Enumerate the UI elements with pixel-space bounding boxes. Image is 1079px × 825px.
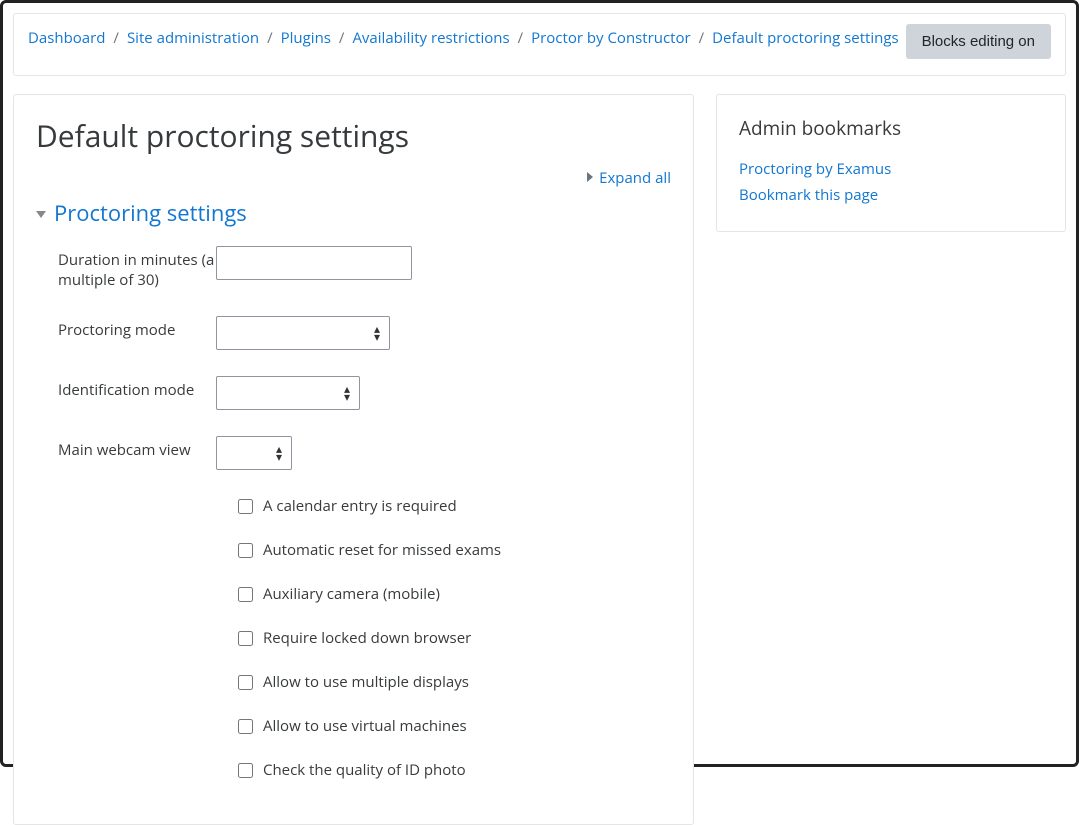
breadcrumb-availability-restrictions[interactable]: Availability restrictions (352, 28, 509, 48)
breadcrumb-proctor-by-constructor[interactable]: Proctor by Constructor (531, 28, 691, 48)
checkbox-row-auto-reset: Automatic reset for missed exams (238, 540, 671, 560)
expand-all-link[interactable]: Expand all (587, 168, 671, 188)
locked-browser-label: Require locked down browser (263, 628, 471, 648)
calendar-entry-checkbox[interactable] (238, 499, 253, 514)
breadcrumb: Dashboard / Site administration / Plugin… (28, 24, 899, 48)
page-title: Default proctoring settings (36, 115, 671, 156)
section-heading-proctoring-settings[interactable]: Proctoring settings (36, 198, 671, 228)
main-webcam-select[interactable] (216, 436, 292, 470)
section-heading-label: Proctoring settings (54, 198, 247, 228)
locked-browser-checkbox[interactable] (238, 631, 253, 646)
field-row-main-webcam: Main webcam view ▴▾ (36, 436, 671, 470)
field-row-identification-mode: Identification mode ▴▾ (36, 376, 671, 410)
calendar-entry-label: A calendar entry is required (263, 496, 457, 516)
checkbox-row-id-photo-quality: Check the quality of ID photo (238, 760, 671, 780)
checkbox-row-calendar-entry: A calendar entry is required (238, 496, 671, 516)
breadcrumb-dashboard[interactable]: Dashboard (28, 28, 105, 48)
auto-reset-label: Automatic reset for missed exams (263, 540, 501, 560)
field-row-duration: Duration in minutes (a multiple of 30) (36, 246, 671, 290)
blocks-editing-button[interactable]: Blocks editing on (906, 24, 1051, 59)
breadcrumb-separator: / (514, 28, 528, 48)
virtual-machines-checkbox[interactable] (238, 719, 253, 734)
main-panel: Default proctoring settings Expand all P… (13, 94, 694, 825)
proctoring-mode-select[interactable] (216, 316, 390, 350)
bookmark-link-proctoring-by-examus[interactable]: Proctoring by Examus (739, 159, 1043, 179)
breadcrumb-default-proctoring-settings[interactable]: Default proctoring settings (712, 28, 899, 48)
breadcrumb-site-administration[interactable]: Site administration (127, 28, 259, 48)
checkbox-row-multiple-displays: Allow to use multiple displays (238, 672, 671, 692)
identification-mode-label: Identification mode (36, 376, 216, 400)
breadcrumb-separator: / (109, 28, 123, 48)
multiple-displays-label: Allow to use multiple displays (263, 672, 469, 692)
breadcrumb-separator: / (263, 28, 277, 48)
identification-mode-select[interactable] (216, 376, 360, 410)
checkbox-row-aux-camera: Auxiliary camera (mobile) (238, 584, 671, 604)
admin-bookmarks-title: Admin bookmarks (739, 115, 1043, 141)
topbar: Dashboard / Site administration / Plugin… (13, 13, 1066, 76)
multiple-displays-checkbox[interactable] (238, 675, 253, 690)
expand-all-label: Expand all (599, 168, 671, 188)
admin-bookmarks-block: Admin bookmarks Proctoring by Examus Boo… (716, 94, 1066, 232)
id-photo-quality-label: Check the quality of ID photo (263, 760, 466, 780)
proctoring-mode-label: Proctoring mode (36, 316, 216, 340)
chevron-down-icon (36, 211, 46, 218)
id-photo-quality-checkbox[interactable] (238, 763, 253, 778)
bookmark-link-bookmark-this-page[interactable]: Bookmark this page (739, 185, 1043, 205)
expand-all-row: Expand all (36, 168, 671, 188)
content-columns: Default proctoring settings Expand all P… (13, 94, 1066, 825)
main-webcam-label: Main webcam view (36, 436, 216, 460)
breadcrumb-plugins[interactable]: Plugins (281, 28, 331, 48)
field-row-proctoring-mode: Proctoring mode ▴▾ (36, 316, 671, 350)
chevron-right-icon (587, 172, 593, 182)
aux-camera-checkbox[interactable] (238, 587, 253, 602)
virtual-machines-label: Allow to use virtual machines (263, 716, 467, 736)
duration-label: Duration in minutes (a multiple of 30) (36, 246, 216, 290)
checkbox-row-virtual-machines: Allow to use virtual machines (238, 716, 671, 736)
breadcrumb-separator: / (695, 28, 709, 48)
breadcrumb-separator: / (335, 28, 349, 48)
checkbox-row-locked-browser: Require locked down browser (238, 628, 671, 648)
aux-camera-label: Auxiliary camera (mobile) (263, 584, 440, 604)
auto-reset-checkbox[interactable] (238, 543, 253, 558)
admin-bookmarks-links: Proctoring by Examus Bookmark this page (739, 159, 1043, 205)
duration-input[interactable] (216, 246, 412, 280)
